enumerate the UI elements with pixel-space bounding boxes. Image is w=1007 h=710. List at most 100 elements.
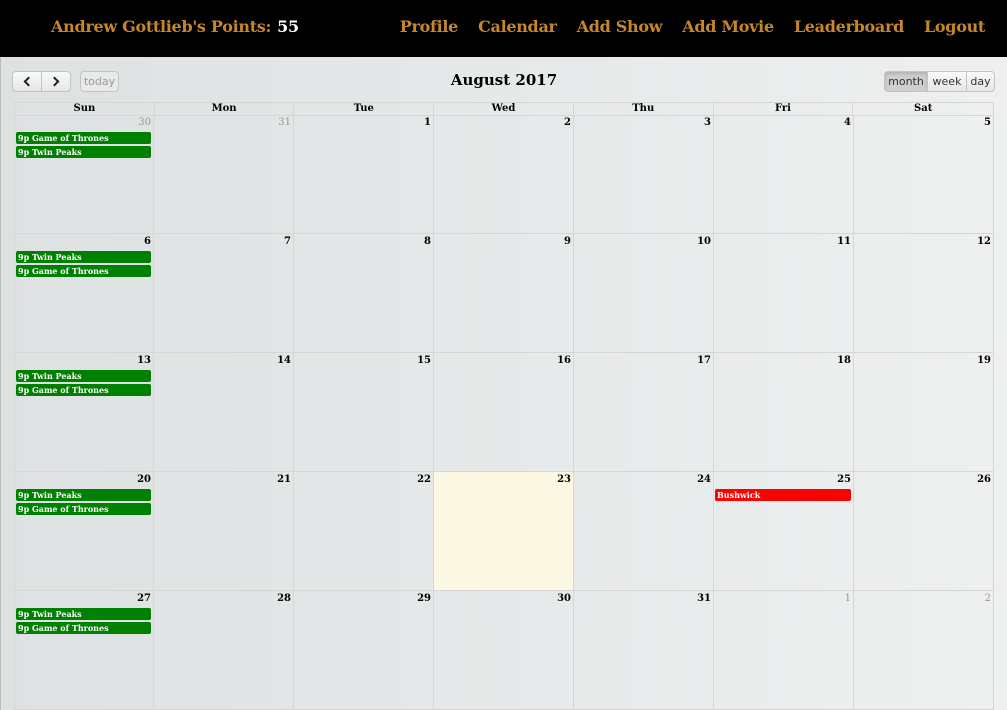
day-cell[interactable]: 2 [854,591,994,709]
day-cell[interactable]: 3 [574,115,714,233]
day-number: 24 [697,474,711,485]
day-cell[interactable]: 28 [154,591,294,709]
day-cell[interactable]: 19 [854,353,994,471]
calendar-event[interactable]: 9p Twin Peaks [16,489,151,501]
dow-header-fri: Fri [714,103,854,115]
day-cell[interactable]: 8 [294,234,434,352]
calendar-event[interactable]: 9p Twin Peaks [16,608,151,620]
week-row: 27 9p Twin Peaks 9p Game of Thrones 28 29 30 3… [14,591,994,710]
day-cell[interactable]: 27 9p Twin Peaks 9p Game of Thrones [14,591,154,709]
nav-link-add-show[interactable]: Add Show [577,17,663,36]
chevron-right-icon [49,76,60,87]
day-number: 12 [977,236,991,247]
day-number: 23 [557,474,571,485]
day-events: 9p Game of Thrones 9p Twin Peaks [16,132,151,160]
calendar-event[interactable]: 9p Game of Thrones [16,132,151,144]
day-cell[interactable]: 14 [154,353,294,471]
view-week-button[interactable]: week [927,71,967,92]
day-number: 3 [704,117,711,128]
day-number: 19 [977,355,991,366]
day-cell[interactable]: 30 [434,591,574,709]
dow-header-thu: Thu [574,103,714,115]
calendar-event[interactable]: 9p Twin Peaks [16,370,151,382]
day-number: 27 [137,593,151,604]
day-number: 8 [424,236,431,247]
day-events: 9p Twin Peaks 9p Game of Thrones [16,489,151,517]
day-cell[interactable]: 11 [714,234,854,352]
day-cell[interactable]: 29 [294,591,434,709]
view-day-button[interactable]: day [966,71,995,92]
day-cell[interactable]: 22 [294,472,434,590]
day-cell[interactable]: 6 9p Twin Peaks 9p Game of Thrones [14,234,154,352]
day-cell[interactable]: 18 [714,353,854,471]
dow-header-tue: Tue [294,103,435,115]
today-button[interactable]: today [80,71,119,92]
nav-link-add-movie[interactable]: Add Movie [682,17,774,36]
nav-links: Profile Calendar Add Show Add Movie Lead… [400,17,986,36]
day-cell[interactable]: 24 [574,472,714,590]
day-number: 14 [277,355,291,366]
day-cell[interactable]: 4 [714,115,854,233]
calendar-event[interactable]: 9p Game of Thrones [16,265,151,277]
calendar-event[interactable]: 9p Game of Thrones [16,384,151,396]
calendar-toolbar: today August 2017 month week day [1,57,1007,102]
week-row: 30 9p Game of Thrones 9p Twin Peaks 31 1 2 3 4 5 [14,115,994,234]
user-points-brand[interactable]: Andrew Gottlieb's Points: 55 [51,17,299,36]
day-cell[interactable]: 12 [854,234,994,352]
dow-header-wed: Wed [434,103,574,115]
day-cell[interactable]: 5 [854,115,994,233]
day-of-week-header: Sun Mon Tue Wed Thu Fri Sat [14,102,994,116]
day-cell[interactable]: 1 [714,591,854,709]
nav-link-logout[interactable]: Logout [924,17,985,36]
day-cell[interactable]: 13 9p Twin Peaks 9p Game of Thrones [14,353,154,471]
calendar-event[interactable]: 9p Twin Peaks [16,251,151,263]
day-cell[interactable]: 7 [154,234,294,352]
day-number: 21 [277,474,291,485]
day-cell[interactable]: 20 9p Twin Peaks 9p Game of Thrones [14,472,154,590]
day-cell-today[interactable]: 23 [434,472,574,590]
calendar-event[interactable]: Bushwick [715,489,851,501]
day-number: 7 [284,236,291,247]
day-number: 6 [144,236,151,247]
day-cell[interactable]: 15 [294,353,434,471]
week-row: 20 9p Twin Peaks 9p Game of Thrones 21 22 23 2… [14,472,994,591]
day-number: 31 [697,593,711,604]
next-month-button[interactable] [41,71,71,92]
day-cell[interactable]: 31 [574,591,714,709]
day-number: 1 [424,117,431,128]
calendar-event[interactable]: 9p Twin Peaks [16,146,151,158]
day-number: 16 [557,355,571,366]
day-events: 9p Twin Peaks 9p Game of Thrones [16,608,151,636]
prev-month-button[interactable] [12,71,42,92]
day-cell[interactable]: 1 [294,115,434,233]
day-cell[interactable]: 17 [574,353,714,471]
day-cell[interactable]: 16 [434,353,574,471]
nav-link-leaderboard[interactable]: Leaderboard [794,17,904,36]
day-cell[interactable]: 30 9p Game of Thrones 9p Twin Peaks [14,115,154,233]
day-events: 9p Twin Peaks 9p Game of Thrones [16,251,151,279]
brand-label: Andrew Gottlieb's Points: [51,17,272,36]
view-month-button[interactable]: month [884,71,928,92]
day-number: 26 [977,474,991,485]
day-cell[interactable]: 26 [854,472,994,590]
day-cell[interactable]: 21 [154,472,294,590]
day-events: 9p Twin Peaks 9p Game of Thrones [16,370,151,398]
day-number: 25 [837,474,851,485]
calendar: today August 2017 month week day Sun Mon… [0,57,1007,710]
day-number: 20 [137,474,151,485]
calendar-event[interactable]: 9p Game of Thrones [16,503,151,515]
points-value: 55 [277,17,299,36]
day-cell[interactable]: 9 [434,234,574,352]
day-number: 1 [844,593,851,604]
day-number: 2 [564,117,571,128]
day-cell[interactable]: 2 [434,115,574,233]
day-cell[interactable]: 25 Bushwick [714,472,854,590]
day-number: 5 [984,117,991,128]
day-cell[interactable]: 10 [574,234,714,352]
calendar-event[interactable]: 9p Game of Thrones [16,622,151,634]
day-number: 30 [138,117,151,128]
nav-link-profile[interactable]: Profile [400,17,459,36]
day-number: 29 [417,593,431,604]
nav-link-calendar[interactable]: Calendar [478,17,557,36]
day-cell[interactable]: 31 [154,115,294,233]
